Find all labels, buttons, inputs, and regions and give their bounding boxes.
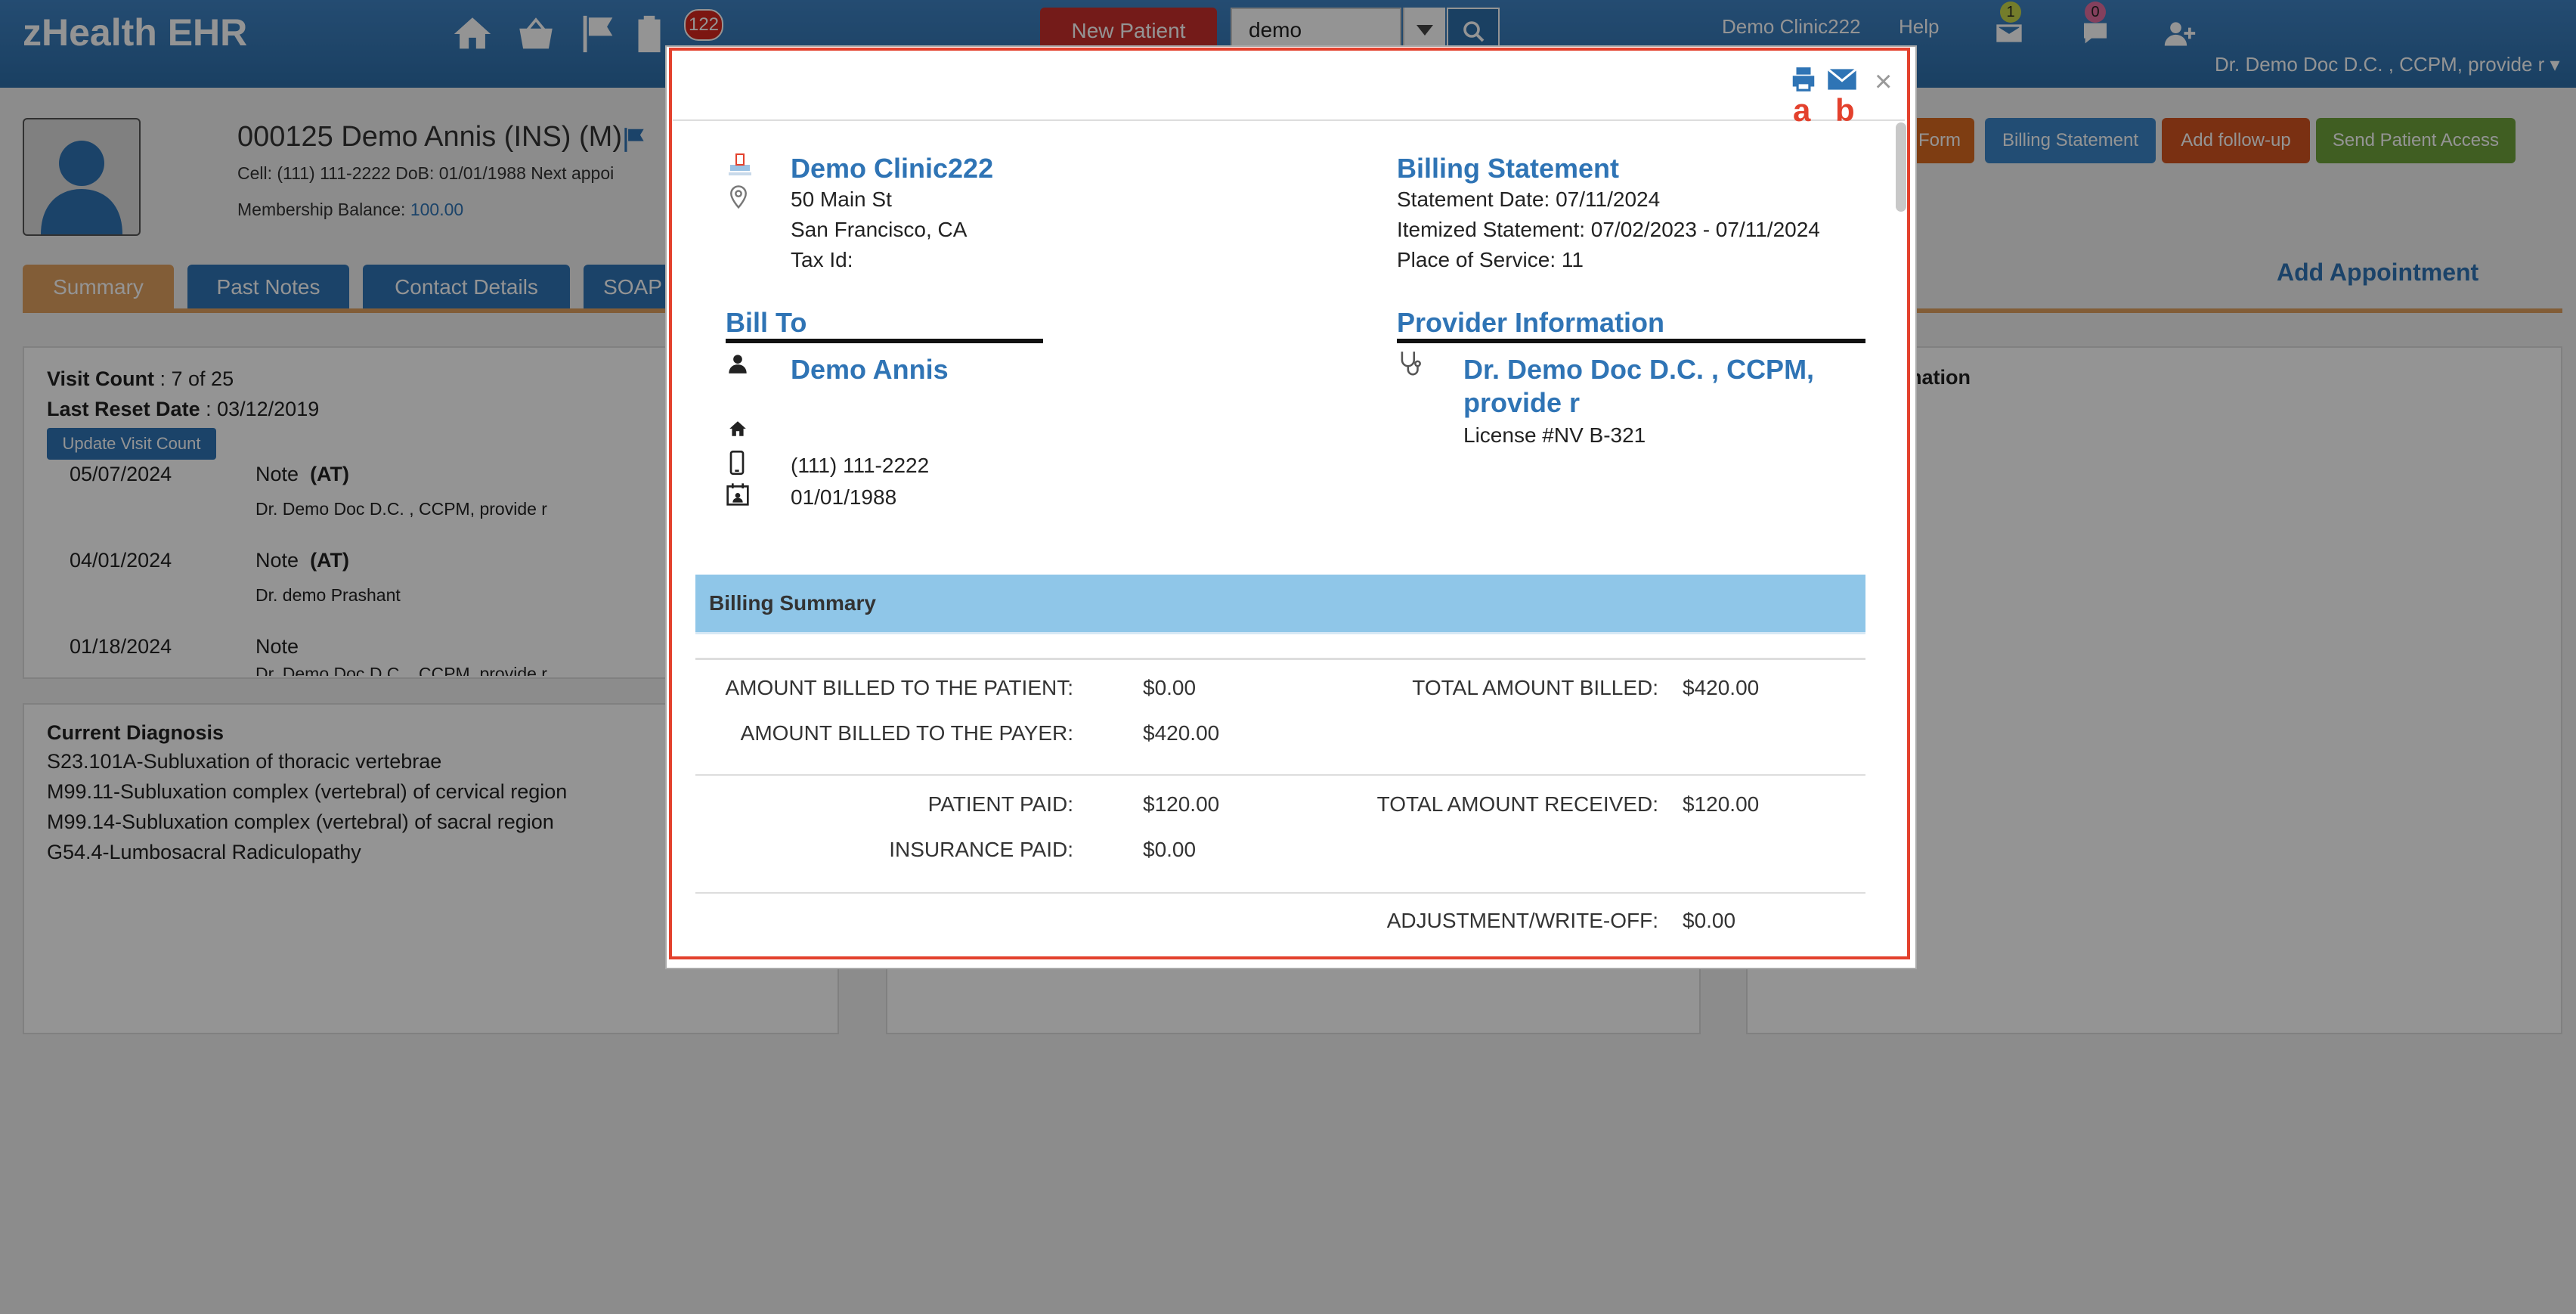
billed-to-patient-value: $0.00 [1143, 676, 1197, 699]
provider-heading: Provider Information [1397, 307, 1665, 338]
calendar-icon [726, 482, 750, 510]
annotation-label-b: b [1835, 92, 1855, 128]
modal-header-divider [673, 119, 1905, 121]
summary-divider [695, 892, 1865, 894]
home-icon [727, 419, 748, 442]
total-billed-value: $420.00 [1683, 676, 1760, 699]
patient-paid-value: $120.00 [1143, 792, 1220, 816]
clinic-name: Demo Clinic222 [791, 153, 994, 184]
billing-summary-title: Billing Summary [709, 591, 876, 615]
tax-id: Tax Id: [791, 248, 853, 271]
clinic-logo [727, 151, 753, 185]
bill-to-heading: Bill To [726, 307, 807, 338]
person-icon [727, 352, 748, 379]
provider-license: License #NV B-321 [1463, 423, 1646, 447]
modal-scrollbar[interactable] [1896, 122, 1906, 212]
statement-date: Statement Date: 07/11/2024 [1397, 187, 1661, 211]
place-of-service: Place of Service: 11 [1397, 248, 1584, 271]
provider-name-line1: Dr. Demo Doc D.C. , CCPM, [1463, 354, 1815, 385]
statement-title: Billing Statement [1397, 153, 1620, 184]
clinic-address-line1: 50 Main St [791, 187, 892, 211]
location-pin-icon [727, 184, 750, 214]
close-button[interactable]: × [1875, 65, 1892, 99]
total-received-label: TOTAL AMOUNT RECEIVED: [1376, 792, 1658, 816]
billed-to-payer-label: AMOUNT BILLED TO THE PAYER: [740, 721, 1073, 745]
bill-to-dob: 01/01/1988 [791, 485, 897, 509]
bill-to-name: Demo Annis [791, 354, 949, 385]
bill-to-divider [726, 339, 1043, 343]
provider-divider [1397, 339, 1865, 343]
itemized-statement-range: Itemized Statement: 07/02/2023 - 07/11/2… [1397, 218, 1820, 241]
total-received-value: $120.00 [1683, 792, 1760, 816]
stethoscope-icon [1395, 349, 1426, 382]
annotation-label-a: a [1793, 92, 1811, 128]
clinic-address-line2: San Francisco, CA [791, 218, 968, 241]
insurance-paid-label: INSURANCE PAID: [889, 838, 1073, 861]
adjustment-value: $0.00 [1683, 909, 1736, 932]
patient-paid-label: PATIENT PAID: [927, 792, 1073, 816]
summary-divider [695, 658, 1865, 660]
billed-to-payer-value: $420.00 [1143, 721, 1220, 745]
billed-to-patient-label: AMOUNT BILLED TO THE PATIENT: [725, 676, 1073, 699]
bill-to-phone: (111) 111-2222 [791, 454, 930, 477]
provider-name-line2: provide r [1463, 387, 1581, 418]
total-billed-label: TOTAL AMOUNT BILLED: [1412, 676, 1658, 699]
summary-divider [695, 774, 1865, 776]
adjustment-label: ADJUSTMENT/WRITE-OFF: [1386, 909, 1658, 932]
mobile-phone-icon [729, 451, 745, 479]
insurance-paid-value: $0.00 [1143, 838, 1197, 861]
